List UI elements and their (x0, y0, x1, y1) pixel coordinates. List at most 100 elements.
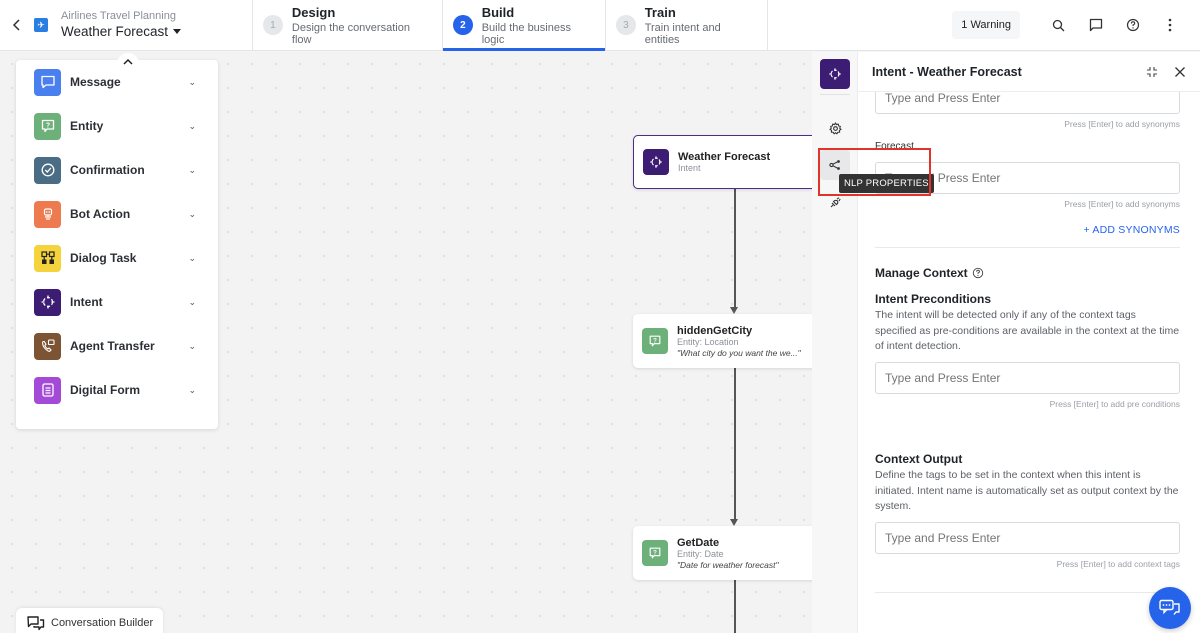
step-title: Design (291, 4, 336, 20)
properties-rail (812, 52, 858, 633)
node-subtitle: Entity: Date (677, 548, 724, 559)
message-icon (34, 68, 61, 96)
palette-item-confirmation[interactable]: Confirmation ⌄ (16, 148, 218, 192)
context-output-input[interactable] (875, 522, 1180, 554)
arrow-down-icon (730, 307, 738, 314)
chevron-down-icon[interactable]: ⌄ (188, 253, 196, 264)
add-synonyms-button[interactable]: + ADD SYNONYMS (875, 224, 1180, 236)
app-title-dropdown[interactable]: Weather Forecast (61, 24, 252, 39)
step-train[interactable]: 3 Train Train intent and entities (606, 0, 768, 50)
chat-assistant-button[interactable] (1149, 587, 1191, 629)
arrow-down-icon (730, 519, 738, 526)
palette-item-entity[interactable]: ? Entity ⌄ (16, 104, 218, 148)
flow-canvas[interactable]: Message ⌄ ? Entity ⌄ Confirmation ⌄ Bot … (0, 52, 812, 633)
chevron-down-icon[interactable]: ⌄ (188, 341, 196, 352)
step-subtitle: Design the conversation flow (291, 21, 410, 46)
app-logo-icon: ✈ (34, 18, 48, 32)
palette-item-label: Entity (70, 119, 104, 133)
app-subtitle: Airlines Travel Planning (61, 10, 176, 22)
section-divider (875, 592, 1180, 593)
node-title: GetDate (677, 536, 720, 549)
synonym-hint: Press [Enter] to add synonyms (1064, 199, 1180, 209)
node-type-badge (820, 59, 850, 89)
more-vertical-icon (1168, 18, 1171, 32)
chat-button[interactable] (1077, 10, 1114, 40)
settings-icon (828, 121, 842, 134)
intent-properties-panel: Intent - Weather Forecast Press [Enter] … (858, 52, 1200, 633)
preconditions-input[interactable] (875, 362, 1180, 394)
search-icon (1052, 19, 1065, 31)
preconditions-hint: Press [Enter] to add pre conditions (1049, 399, 1180, 409)
section-divider (875, 247, 1180, 248)
back-button[interactable] (0, 0, 34, 50)
palette-item-bot-action[interactable]: Bot Action ⌄ (16, 192, 218, 236)
step-build[interactable]: 2 Build Build the business logic (443, 0, 606, 51)
flow-node-intent[interactable]: Weather Forecast Intent (633, 135, 812, 189)
minimize-icon (1147, 66, 1157, 77)
palette-item-label: Dialog Task (70, 251, 137, 265)
help-icon[interactable] (972, 267, 984, 279)
node-prompt: "Date for weather forecast" (677, 559, 779, 570)
svg-text:?: ? (45, 123, 49, 130)
close-button[interactable] (1166, 58, 1194, 86)
search-button[interactable] (1040, 10, 1077, 40)
panel-header: Intent - Weather Forecast (858, 52, 1200, 92)
nlp-properties-tooltip: NLP PROPERTIES (839, 174, 934, 193)
chevron-up-icon (123, 58, 133, 65)
step-subtitle: Train intent and entities (644, 21, 721, 46)
conversation-icon (27, 615, 45, 630)
more-button[interactable] (1151, 10, 1188, 40)
palette-item-dialog-task[interactable]: Dialog Task ⌄ (16, 236, 218, 280)
step-design[interactable]: 1 Design Design the conversation flow (253, 0, 443, 50)
node-title: Weather Forecast (678, 151, 771, 163)
conversation-builder-label: Conversation Builder (51, 617, 154, 629)
app-title: Weather Forecast (61, 24, 169, 39)
nlp-properties-icon (829, 160, 840, 170)
context-output-description: Define the tags to be set in the context… (875, 469, 1179, 512)
app-switcher[interactable]: Airlines Travel Planning Weather Forecas… (48, 0, 253, 50)
collapse-palette-button[interactable] (117, 53, 139, 69)
node-title: hiddenGetCity (677, 324, 753, 337)
close-icon (1175, 66, 1185, 77)
flow-node-entity[interactable]: ? hiddenGetCity Entity: Location "What c… (633, 314, 812, 368)
panel-title: Intent - Weather Forecast (872, 64, 1022, 79)
bot-action-icon (34, 200, 61, 228)
digital-form-icon (34, 376, 61, 404)
step-title: Build (481, 4, 515, 20)
entity-icon: ? (642, 540, 668, 566)
step-number: 1 (263, 15, 283, 35)
warning-button[interactable]: 1 Warning (952, 11, 1020, 39)
chevron-down-icon[interactable]: ⌄ (188, 165, 196, 176)
step-number: 3 (616, 15, 636, 35)
help-button[interactable] (1114, 10, 1151, 40)
chevron-down-icon[interactable]: ⌄ (188, 297, 196, 308)
forecast-label: Forecast (875, 141, 914, 152)
node-palette: Message ⌄ ? Entity ⌄ Confirmation ⌄ Bot … (16, 53, 218, 429)
manage-context-heading: Manage Context (875, 266, 984, 280)
intent-preconditions-heading: Intent Preconditions (875, 292, 992, 306)
manage-context-title: Manage Context (875, 266, 968, 280)
svg-text:?: ? (653, 337, 657, 344)
synonym-hint: Press [Enter] to add synonyms (1064, 119, 1180, 129)
chevron-down-icon[interactable]: ⌄ (188, 121, 196, 132)
chevron-left-icon (12, 19, 20, 31)
chevron-down-icon[interactable]: ⌄ (188, 209, 196, 220)
palette-item-label: Bot Action (70, 207, 131, 221)
palette-item-agent-transfer[interactable]: Agent Transfer ⌄ (16, 324, 218, 368)
palette-item-digital-form[interactable]: Digital Form ⌄ (16, 368, 218, 412)
palette-item-label: Message (70, 75, 121, 89)
component-properties-button[interactable] (820, 113, 850, 143)
svg-text:?: ? (653, 549, 657, 556)
palette-item-intent[interactable]: Intent ⌄ (16, 280, 218, 324)
top-bar: ✈ Airlines Travel Planning Weather Forec… (0, 0, 1200, 51)
chat-bubbles-icon (1159, 599, 1180, 615)
rail-divider (820, 94, 850, 95)
intent-icon (829, 68, 841, 80)
conversation-builder-tab[interactable]: Conversation Builder (16, 608, 163, 633)
palette-item-label: Intent (70, 295, 103, 309)
flow-node-entity[interactable]: ? GetDate Entity: Date "Date for weather… (633, 526, 812, 580)
chevron-down-icon[interactable]: ⌄ (188, 77, 196, 88)
context-output-heading: Context Output (875, 452, 963, 466)
minimize-button[interactable] (1138, 58, 1166, 86)
chevron-down-icon[interactable]: ⌄ (188, 385, 196, 396)
